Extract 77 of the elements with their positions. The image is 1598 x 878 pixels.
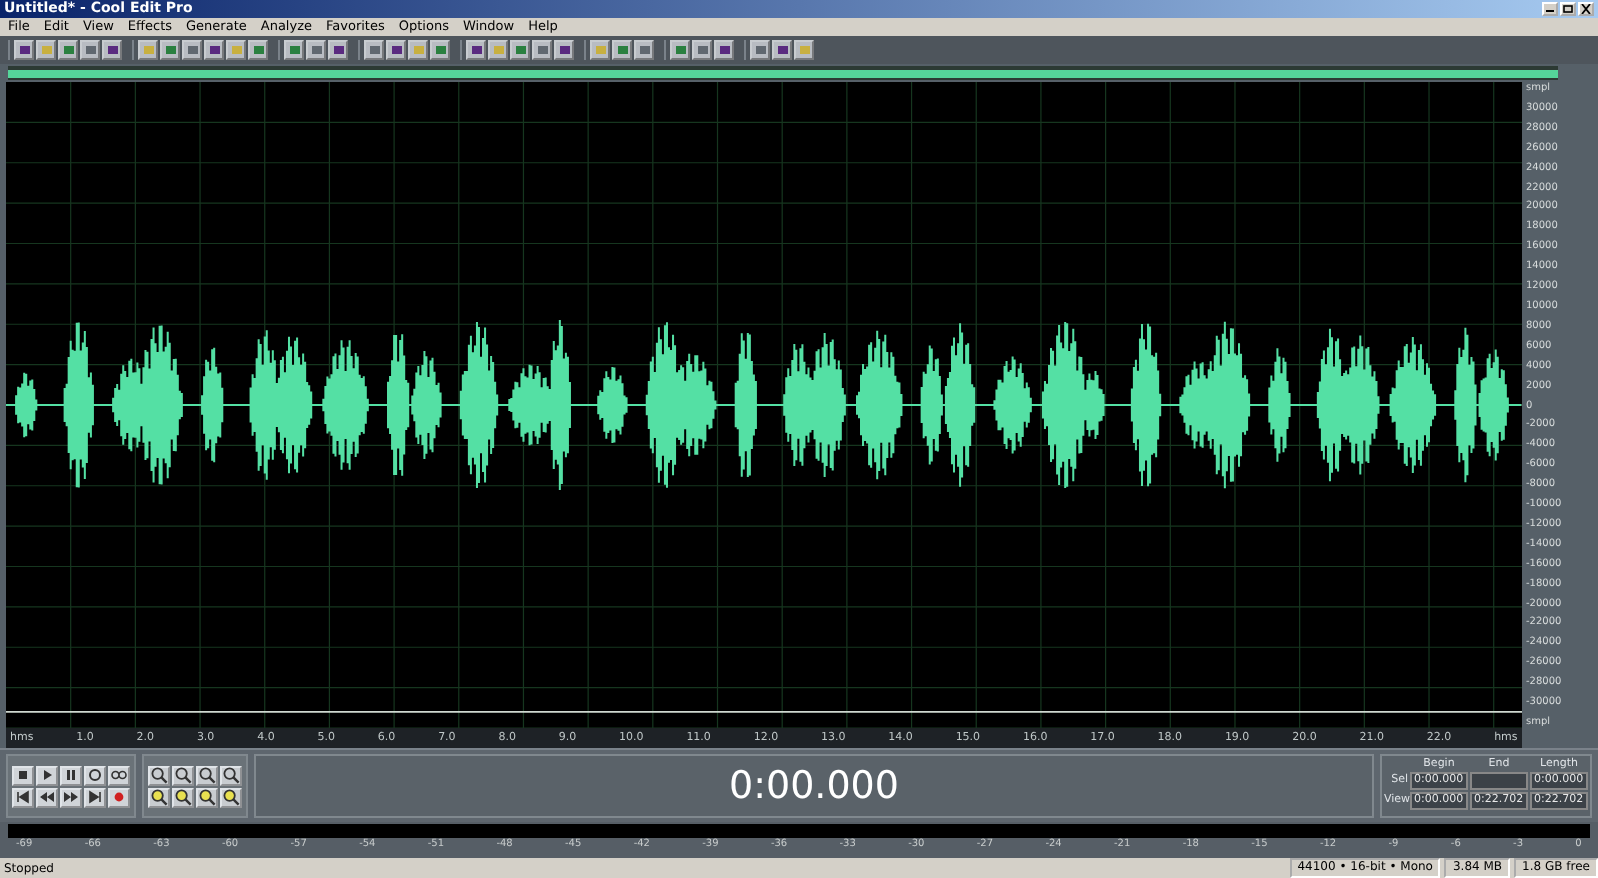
square-icon [515,46,525,54]
magnifier-icon [222,788,240,806]
zoom-button[interactable] [172,765,194,785]
pause-icon [62,768,80,782]
transport-button[interactable] [36,765,58,785]
square-icon [107,46,117,54]
square-icon [595,46,605,54]
waveform-display[interactable] [6,82,1522,728]
skip-back-icon [14,790,32,804]
zoom-button[interactable] [172,787,194,807]
transport-button[interactable] [60,787,82,807]
zoom-button[interactable] [220,787,242,807]
magnifier-icon [150,766,168,784]
square-icon [471,46,481,54]
magnifier-icon [198,788,216,806]
square-icon [559,46,569,54]
transport-button[interactable] [84,787,106,807]
magnifier-icon [198,766,216,784]
restore-button[interactable] [1560,2,1576,16]
zoom-button[interactable] [196,787,218,807]
rewind-icon [38,790,56,804]
zoom-button[interactable] [148,787,170,807]
square-icon [187,46,197,54]
restore-icon [1562,4,1574,14]
square-icon [413,46,423,54]
square-icon [537,46,547,54]
time-display: 0:00.000 [254,754,1374,818]
magnifier-icon [174,788,192,806]
square-icon [697,46,707,54]
time-field[interactable] [1470,772,1528,790]
minimize-icon [1544,4,1556,14]
square-icon [755,46,765,54]
play-icon [38,768,56,782]
transport-button[interactable] [60,765,82,785]
square-icon [617,46,627,54]
square-icon [675,46,685,54]
square-icon [63,46,73,54]
square-icon [777,46,787,54]
square-icon [253,46,263,54]
square-icon [85,46,95,54]
square-icon [41,46,51,54]
square-icon [19,46,29,54]
fast-forward-icon [62,790,80,804]
zoom-button[interactable] [148,765,170,785]
square-icon [369,46,379,54]
square-icon [719,46,729,54]
minimize-button[interactable] [1542,2,1558,16]
record-icon [110,790,128,804]
square-icon [289,46,299,54]
transport-button[interactable] [84,765,106,785]
close-button[interactable] [1578,2,1594,16]
circle-icon [86,768,104,782]
skip-forward-icon [86,790,104,804]
square-icon [209,46,219,54]
transport-button[interactable] [12,765,34,785]
square-icon [639,46,649,54]
square-icon [799,46,809,54]
square-icon [333,46,343,54]
square-icon [311,46,321,54]
transport-button[interactable] [108,765,130,785]
transport-button[interactable] [36,787,58,807]
square-icon [165,46,175,54]
stop-icon [14,768,32,782]
magnifier-icon [174,766,192,784]
square-icon [143,46,153,54]
zoom-button[interactable] [196,765,218,785]
zoom-button[interactable] [220,765,242,785]
close-icon [1580,4,1592,14]
square-icon [231,46,241,54]
square-icon [493,46,503,54]
transport-button[interactable] [12,787,34,807]
square-icon [435,46,445,54]
loop-icon [110,768,128,782]
magnifier-icon [150,788,168,806]
transport-button[interactable] [108,787,130,807]
magnifier-icon [222,766,240,784]
square-icon [391,46,401,54]
